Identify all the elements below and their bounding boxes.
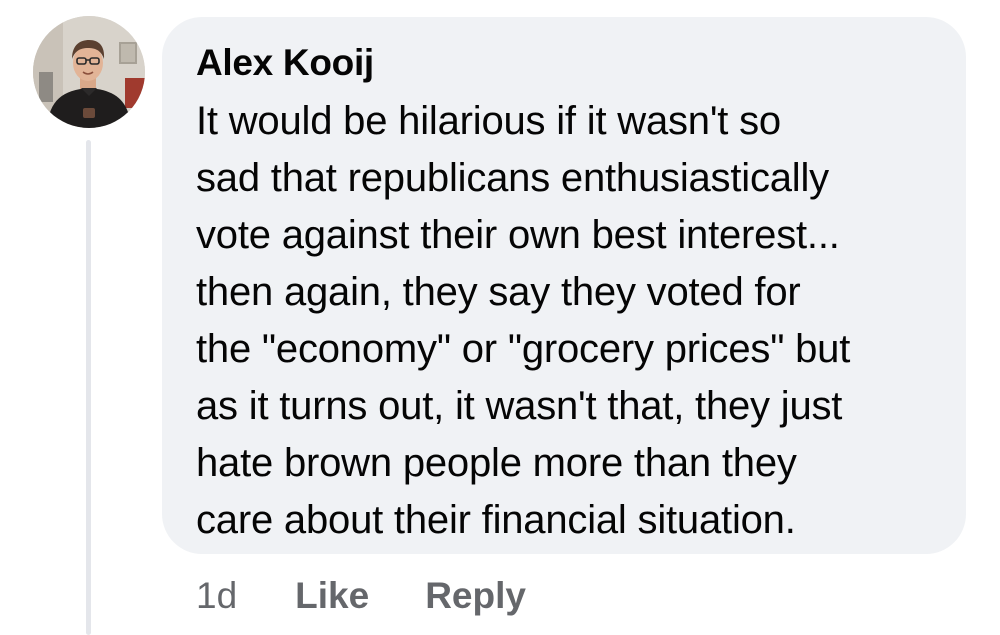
comment-author-name[interactable]: Alex Kooij: [196, 41, 936, 85]
like-button[interactable]: Like: [295, 575, 369, 617]
comment-body-text: It would be hilarious if it wasn't so sa…: [196, 99, 851, 542]
reply-button[interactable]: Reply: [425, 575, 526, 617]
avatar[interactable]: [33, 16, 145, 128]
comment-timestamp[interactable]: 1d: [196, 575, 237, 617]
comment-thread: Alex Kooij It would be hilarious if it w…: [0, 0, 1000, 635]
comment-bubble: Alex Kooij It would be hilarious if it w…: [162, 17, 966, 554]
comment-actions-bar: 1d Like Reply: [196, 572, 582, 620]
user-avatar-icon: [33, 16, 145, 128]
thread-connector-line: [86, 140, 91, 635]
